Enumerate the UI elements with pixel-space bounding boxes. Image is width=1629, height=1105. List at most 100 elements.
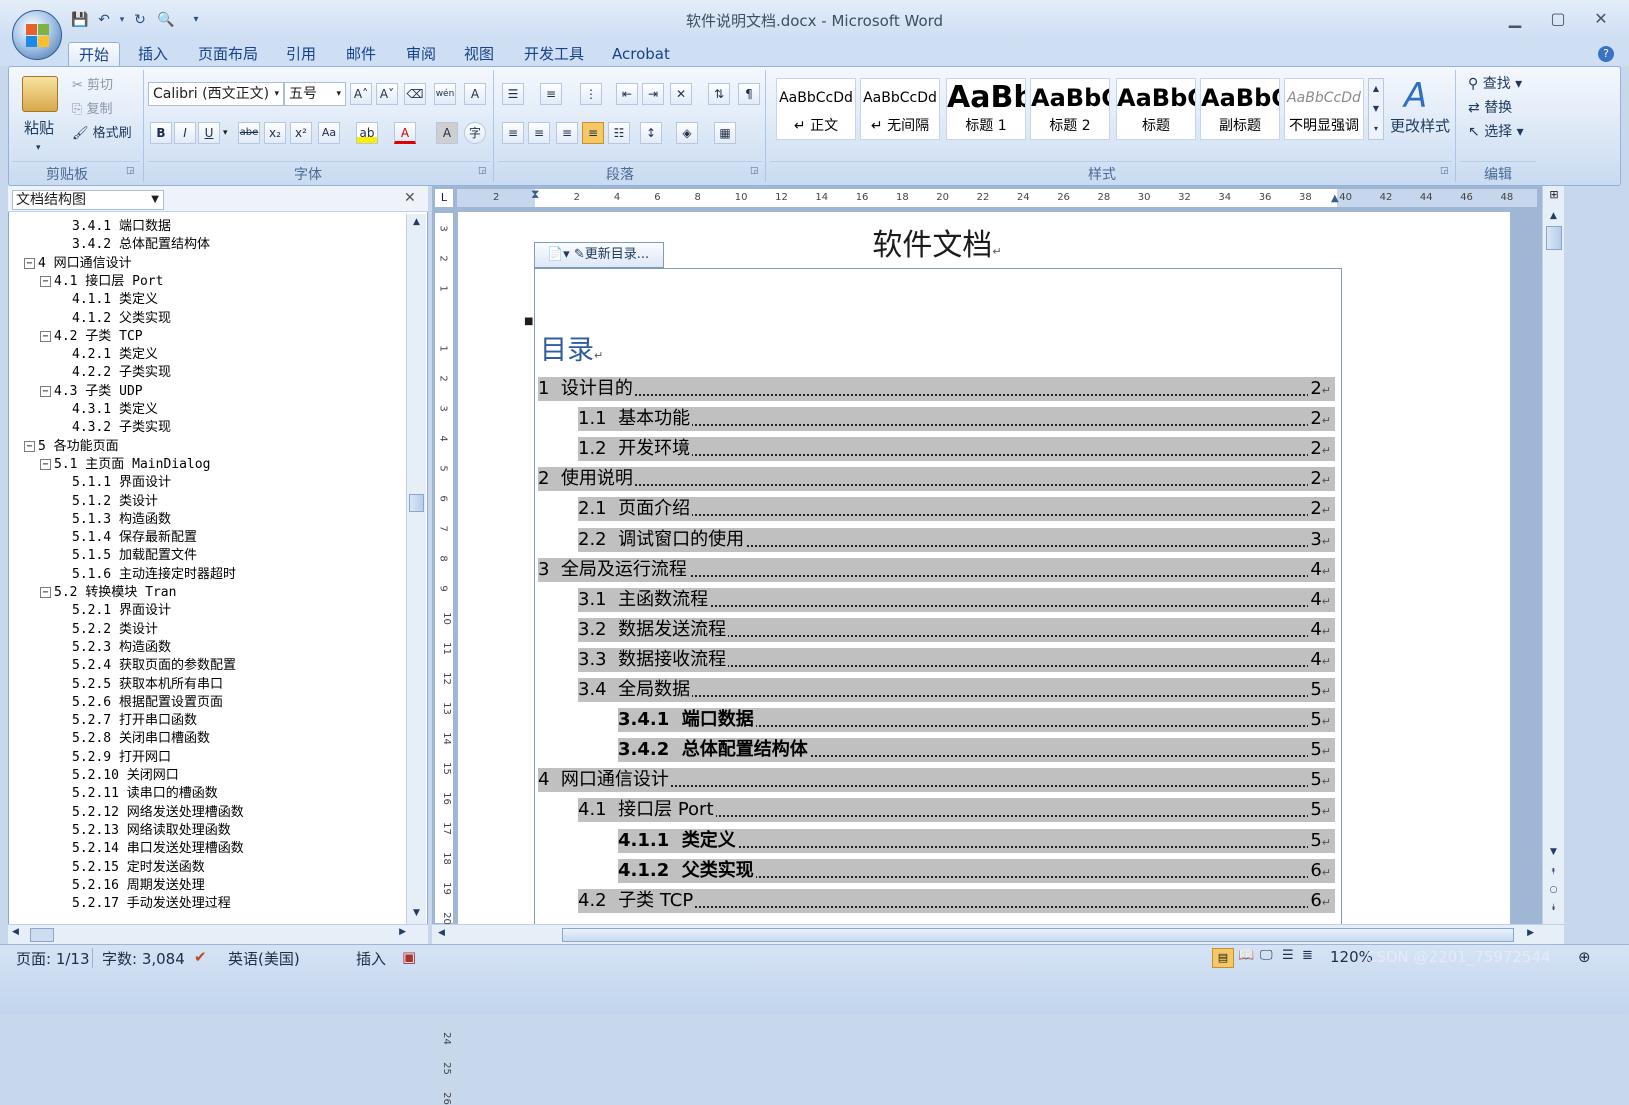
- page-indicator[interactable]: 页面: 1/13: [16, 948, 90, 969]
- font-color-icon[interactable]: A: [394, 122, 416, 144]
- tab-home[interactable]: 开始: [68, 42, 121, 66]
- previous-page-icon[interactable]: ⯭: [1545, 864, 1562, 881]
- update-toc-button[interactable]: ✎更新目录...: [574, 247, 649, 262]
- language-indicator[interactable]: 英语(美国): [228, 948, 300, 969]
- style-title[interactable]: AaBbC 标题: [1116, 78, 1196, 140]
- nav-item[interactable]: −4.2 子类 TCP: [40, 328, 143, 346]
- nav-item[interactable]: 5.2.9 打开网口: [72, 749, 171, 767]
- scroll-thumb[interactable]: [30, 928, 54, 942]
- toc-entry[interactable]: 3.3 数据接收流程 4↵: [578, 647, 1335, 672]
- toc-entry[interactable]: 1.2 开发环境 2↵: [578, 437, 1335, 462]
- scroll-left-icon[interactable]: ◀: [438, 928, 445, 938]
- nav-item[interactable]: 4.1.1 类定义: [72, 291, 158, 309]
- justify-icon[interactable]: ≡: [582, 122, 604, 144]
- align-left-icon[interactable]: ≡: [502, 122, 524, 144]
- nav-item[interactable]: 5.1.4 保存最新配置: [72, 529, 197, 547]
- tab-view[interactable]: 视图: [454, 42, 504, 66]
- tab-review[interactable]: 审阅: [396, 42, 446, 66]
- scroll-right-icon[interactable]: ▶: [1527, 928, 1534, 938]
- dialog-launcher-icon[interactable]: ◲: [126, 166, 135, 176]
- tab-developer[interactable]: 开发工具: [514, 42, 594, 66]
- dialog-launcher-icon[interactable]: ◲: [478, 166, 487, 176]
- nav-item[interactable]: 4.3.2 子类实现: [72, 419, 171, 437]
- next-page-icon[interactable]: ⯯: [1545, 900, 1562, 917]
- help-icon[interactable]: ?: [1598, 46, 1614, 62]
- grow-font-icon[interactable]: A˄: [350, 83, 372, 105]
- close-pane-icon[interactable]: ✕: [404, 190, 416, 206]
- right-indent-marker-icon[interactable]: ▲: [1331, 193, 1339, 204]
- collapse-toggle-icon[interactable]: −: [40, 385, 51, 397]
- style-normal[interactable]: AaBbCcDd ↵ 正文: [776, 78, 856, 140]
- decrease-indent-icon[interactable]: ⇤: [616, 83, 638, 105]
- numbering-icon[interactable]: ≡: [540, 83, 562, 105]
- nav-item[interactable]: −5.2 转换模块 Tran: [40, 584, 176, 602]
- nav-item[interactable]: 5.2.12 网络发送处理槽函数: [72, 804, 244, 822]
- nav-item[interactable]: −4.3 子类 UDP: [40, 383, 143, 401]
- macro-record-icon[interactable]: ▣: [402, 948, 416, 966]
- scroll-left-icon[interactable]: ◀: [12, 927, 19, 937]
- shading-icon[interactable]: ◈: [676, 122, 698, 144]
- enclose-characters-icon[interactable]: 字: [464, 122, 486, 144]
- document-map-selector[interactable]: 文档结构图 ▼: [12, 190, 164, 210]
- nav-item[interactable]: 5.2.11 读串口的槽函数: [72, 785, 218, 803]
- document-horizontal-scrollbar[interactable]: ◀ ▶: [432, 924, 1564, 944]
- nav-item[interactable]: −4.1 接口层 Port: [40, 273, 163, 291]
- toc-entry[interactable]: 2 使用说明 2↵: [538, 467, 1335, 492]
- nav-item[interactable]: 4.3.1 类定义: [72, 401, 158, 419]
- tab-acrobat[interactable]: Acrobat: [602, 42, 680, 66]
- browse-object-icon[interactable]: ○: [1545, 882, 1562, 899]
- nav-item[interactable]: 5.1.5 加载配置文件: [72, 547, 197, 565]
- maximize-button[interactable]: ▢: [1543, 8, 1573, 30]
- style-subtitle[interactable]: AaBbC 副标题: [1200, 78, 1280, 140]
- draft-view-icon[interactable]: ≣: [1302, 948, 1313, 963]
- chinese-layout-icon[interactable]: ✕: [670, 83, 692, 105]
- select-button[interactable]: ↖ 选择 ▾: [1468, 122, 1524, 142]
- nav-item[interactable]: 5.2.5 获取本机所有串口: [72, 676, 223, 694]
- line-spacing-icon[interactable]: ↕: [640, 122, 662, 144]
- nav-item[interactable]: 4.2.1 类定义: [72, 346, 158, 364]
- collapse-toggle-icon[interactable]: −: [40, 275, 51, 287]
- view-ruler-icon[interactable]: ⊞: [1545, 188, 1563, 204]
- change-styles-button[interactable]: 更改样式: [1390, 116, 1450, 136]
- toc-entry[interactable]: 3.1 主函数流程 4↵: [578, 587, 1335, 612]
- distributed-icon[interactable]: ☷: [608, 122, 630, 144]
- collapse-toggle-icon[interactable]: −: [40, 458, 51, 470]
- scroll-right-icon[interactable]: ▶: [399, 927, 406, 937]
- scroll-thumb[interactable]: [409, 494, 424, 512]
- outline-view-icon[interactable]: ☰: [1282, 948, 1294, 963]
- scroll-down-icon[interactable]: ▼: [1545, 844, 1562, 861]
- toc-menu-icon[interactable]: 📄▾: [547, 247, 570, 262]
- style-heading-1[interactable]: AaBb 标题 1: [946, 78, 1026, 140]
- sort-icon[interactable]: ⇅: [708, 83, 730, 105]
- format-painter-button[interactable]: 🖌 格式刷: [72, 124, 132, 144]
- document-vertical-scrollbar[interactable]: ⊞ ▲ ▼ ⯭ ○ ⯯: [1542, 186, 1564, 924]
- word-count[interactable]: 字数: 3,084: [102, 948, 185, 969]
- toc-entry[interactable]: 3 全局及运行流程 4↵: [538, 557, 1335, 582]
- indent-marker-icon[interactable]: ⧗: [531, 187, 539, 202]
- style-subtle-emphasis[interactable]: AaBbCcDd 不明显强调: [1284, 78, 1364, 140]
- nav-item[interactable]: 5.2.3 构造函数: [72, 639, 171, 657]
- highlight-icon[interactable]: ab: [356, 122, 378, 144]
- paste-button[interactable]: 粘贴: [24, 118, 54, 138]
- increase-indent-icon[interactable]: ⇥: [642, 83, 664, 105]
- tab-references[interactable]: 引用: [276, 42, 326, 66]
- full-screen-reading-icon[interactable]: 📖: [1238, 948, 1254, 963]
- align-center-icon[interactable]: ≡: [528, 122, 550, 144]
- toc-entry[interactable]: 3.2 数据发送流程 4↵: [578, 617, 1335, 642]
- nav-item[interactable]: 5.2.8 关闭串口槽函数: [72, 730, 210, 748]
- collapse-toggle-icon[interactable]: −: [24, 440, 35, 452]
- style-heading-2[interactable]: AaBbC 标题 2: [1030, 78, 1110, 140]
- subscript-button[interactable]: x₂: [264, 122, 286, 144]
- tab-insert[interactable]: 插入: [128, 42, 178, 66]
- change-styles-icon[interactable]: A: [1404, 76, 1427, 116]
- styles-scroll[interactable]: ▲ ▼ ▾: [1368, 78, 1384, 140]
- tab-mailings[interactable]: 邮件: [336, 42, 386, 66]
- cut-button[interactable]: ✂ 剪切: [72, 76, 113, 96]
- paste-icon[interactable]: [22, 76, 58, 112]
- insert-mode-indicator[interactable]: 插入: [356, 948, 386, 969]
- font-name-box[interactable]: Calibri (西文正文) ▾: [148, 82, 284, 106]
- strikethrough-button[interactable]: abe: [238, 122, 260, 144]
- nav-item[interactable]: 5.1.6 主动连接定时器超时: [72, 566, 236, 584]
- character-shading-icon[interactable]: A: [436, 122, 458, 144]
- nav-item[interactable]: 4.2.2 子类实现: [72, 364, 171, 382]
